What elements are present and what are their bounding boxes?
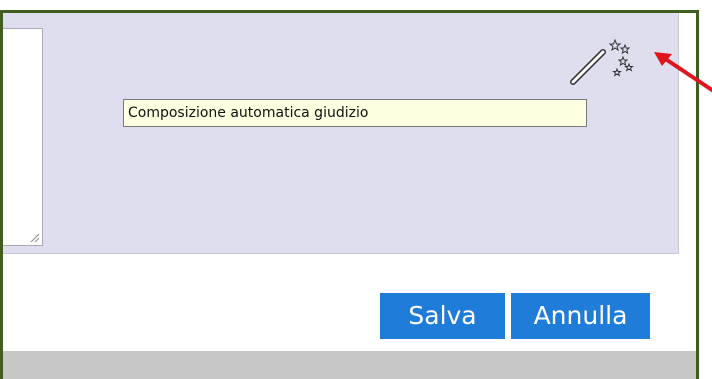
cancel-button[interactable]: Annulla — [511, 293, 650, 339]
content-frame: Composizione automatica giudizio Salva A… — [0, 10, 699, 379]
comment-panel: Composizione automatica giudizio — [3, 13, 679, 254]
red-arrow-icon — [654, 52, 712, 92]
magic-wand-icon[interactable] — [565, 37, 645, 87]
resize-grip-icon[interactable] — [29, 232, 39, 242]
form-actions: Salva Annulla — [380, 293, 650, 339]
judgment-textarea[interactable] — [3, 28, 43, 246]
wand-tooltip: Composizione automatica giudizio — [123, 99, 587, 127]
save-button[interactable]: Salva — [380, 293, 505, 339]
footer-bar — [3, 351, 696, 379]
